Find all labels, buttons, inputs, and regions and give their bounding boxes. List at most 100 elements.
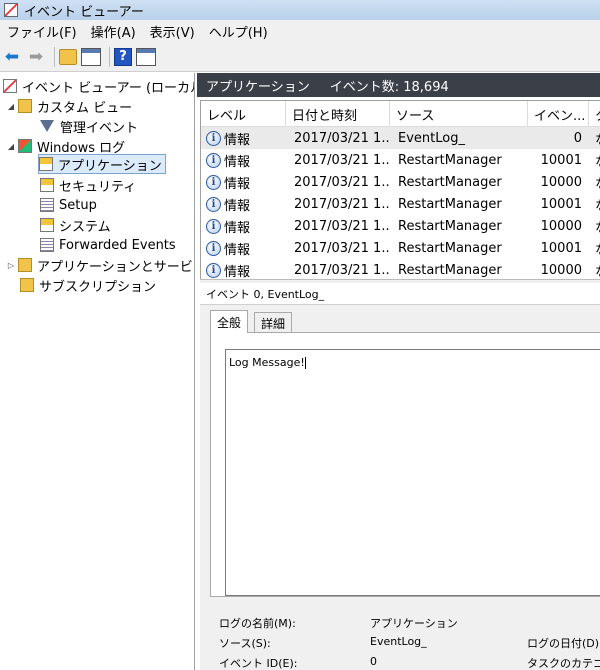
- event-table: レベル 日付と時刻 ソース イベン... タ i情報 2017/03/21 1.…: [200, 100, 600, 279]
- row-task: な: [595, 171, 600, 193]
- row-source: RestartManager: [398, 174, 502, 190]
- tree-item-label: システム: [59, 219, 111, 235]
- tree-item-label: 管理イベント: [60, 120, 139, 136]
- row-source: RestartManager: [398, 218, 502, 234]
- tree-item-system[interactable]: システム: [40, 215, 111, 235]
- row-task: な: [595, 215, 600, 237]
- tree-item-setup[interactable]: Setup: [40, 195, 97, 215]
- row-datetime: 2017/03/21 1...: [294, 196, 390, 212]
- table-row[interactable]: i 情報 2017/03/21 1... RestartManager 10000…: [201, 215, 600, 237]
- column-event-id[interactable]: イベン...: [528, 101, 589, 127]
- system-log-icon: [40, 218, 54, 232]
- row-level: 情報: [224, 220, 251, 236]
- table-row[interactable]: i情報 2017/03/21 1... EventLog_ 0 な: [201, 127, 600, 149]
- text-caret: [304, 357, 306, 369]
- info-icon: i: [206, 218, 221, 234]
- menu-file[interactable]: ファイル(F): [0, 22, 84, 41]
- info-icon: i: [206, 240, 221, 256]
- info-icon: i: [206, 152, 221, 168]
- tree-item-root[interactable]: イベント ビューアー (ローカル: [3, 76, 194, 96]
- back-arrow-icon[interactable]: ⬅: [2, 46, 22, 68]
- event-message-text: Log Message!: [229, 356, 305, 369]
- row-event-id: 10000: [540, 218, 582, 234]
- log-name-value: アプリケーション: [370, 617, 458, 630]
- table-row[interactable]: i 情報 2017/03/21 1... RestartManager 10001…: [201, 149, 600, 171]
- menu-action[interactable]: 操作(A): [84, 22, 143, 41]
- table-row[interactable]: i 情報 2017/03/21 1... RestartManager 10000…: [201, 171, 600, 193]
- collapse-triangle-icon[interactable]: ◢: [6, 142, 16, 151]
- event-viewer-icon: [4, 3, 18, 17]
- log-header: アプリケーション イベント数: 18,694: [197, 73, 600, 97]
- row-task: な: [595, 149, 600, 171]
- event-message-box[interactable]: Log Message!: [225, 349, 600, 596]
- expand-triangle-icon[interactable]: ▷: [6, 261, 16, 270]
- tab-general[interactable]: 全般: [210, 310, 249, 333]
- table-row[interactable]: i 情報 2017/03/21 1... RestartManager 10001…: [201, 193, 600, 215]
- row-event-id: 10000: [540, 174, 582, 190]
- row-task: な: [595, 127, 600, 149]
- security-log-icon: [40, 178, 54, 192]
- tree-item-label: Setup: [59, 197, 97, 213]
- tree-item-subscriptions[interactable]: サブスクリプション: [20, 275, 156, 295]
- folder-icon: [18, 99, 32, 113]
- row-level: 情報: [224, 132, 251, 148]
- event-viewer-icon: [3, 79, 17, 93]
- tree-item-admin-events[interactable]: 管理イベント: [40, 116, 138, 136]
- tree-item-security[interactable]: セキュリティ: [40, 175, 136, 195]
- filter-icon: [40, 120, 54, 132]
- navigation-tree: イベント ビューアー (ローカル ◢ カスタム ビュー 管理イベント ◢ Win…: [0, 73, 195, 670]
- folder-up-icon[interactable]: [59, 48, 77, 65]
- row-level: 情報: [224, 264, 251, 280]
- show-pane-icon[interactable]: [81, 47, 101, 66]
- row-datetime: 2017/03/21 1...: [294, 152, 390, 168]
- column-level[interactable]: レベル: [201, 101, 286, 127]
- row-event-id: 10001: [540, 152, 582, 168]
- table-header: レベル 日付と時刻 ソース イベン... タ: [201, 101, 600, 127]
- row-datetime: 2017/03/21 1...: [294, 262, 390, 278]
- forward-arrow-icon[interactable]: ➡: [26, 46, 46, 68]
- menu-view[interactable]: 表示(V): [143, 22, 202, 41]
- event-id-value: 0: [370, 655, 377, 668]
- row-event-id: 10001: [540, 196, 582, 212]
- row-datetime: 2017/03/21 1...: [294, 218, 390, 234]
- column-task[interactable]: タ: [589, 101, 600, 127]
- row-event-id: 10000: [540, 262, 582, 278]
- row-source: EventLog_: [398, 130, 465, 146]
- row-datetime: 2017/03/21 1...: [294, 174, 390, 190]
- menu-bar: ファイル(F) 操作(A) 表示(V) ヘルプ(H): [0, 20, 600, 42]
- tree-item-label: アプリケーション: [58, 158, 162, 174]
- menu-help[interactable]: ヘルプ(H): [202, 22, 275, 41]
- log-header-name: アプリケーション: [206, 79, 310, 95]
- tree-item-windows-logs[interactable]: ◢ Windows ログ: [6, 136, 125, 156]
- event-detail-pane: 全般 詳細 Log Message! ログの名前(M): アプリケーション ソー…: [200, 305, 600, 670]
- source-label: ソース(S):: [219, 637, 271, 650]
- action-pane-icon[interactable]: [136, 47, 156, 66]
- info-icon: i: [206, 196, 221, 212]
- row-source: RestartManager: [398, 152, 502, 168]
- table-row[interactable]: i 情報 2017/03/21 1... RestartManager 10000…: [201, 259, 600, 279]
- tree-item-forwarded-events[interactable]: Forwarded Events: [40, 235, 176, 255]
- event-id-label: イベント ID(E):: [219, 657, 298, 670]
- event-count: イベント数: 18,694: [329, 79, 449, 95]
- title-bar: イベント ビューアー: [0, 0, 600, 20]
- tree-item-custom-view[interactable]: ◢ カスタム ビュー: [6, 96, 132, 116]
- tab-details[interactable]: 詳細: [254, 312, 293, 333]
- tree-item-apps-services[interactable]: ▷ アプリケーションとサービス: [6, 255, 194, 275]
- folder-icon: [18, 258, 32, 272]
- tree-item-label: Forwarded Events: [59, 237, 176, 253]
- row-event-id: 0: [573, 130, 582, 146]
- row-task: な: [595, 193, 600, 215]
- info-icon: i: [206, 130, 221, 146]
- row-level: 情報: [224, 176, 251, 192]
- row-source: RestartManager: [398, 240, 502, 256]
- help-icon[interactable]: ?: [114, 47, 132, 66]
- tree-item-application[interactable]: アプリケーション: [38, 154, 166, 174]
- column-source[interactable]: ソース: [390, 101, 528, 127]
- column-datetime[interactable]: 日付と時刻: [286, 101, 390, 127]
- row-source: RestartManager: [398, 196, 502, 212]
- window-title: イベント ビューアー: [24, 4, 144, 20]
- info-icon: i: [206, 262, 221, 278]
- tree-item-label: Windows ログ: [37, 140, 126, 156]
- collapse-triangle-icon[interactable]: ◢: [6, 102, 16, 111]
- table-row[interactable]: i 情報 2017/03/21 1... RestartManager 10001…: [201, 237, 600, 259]
